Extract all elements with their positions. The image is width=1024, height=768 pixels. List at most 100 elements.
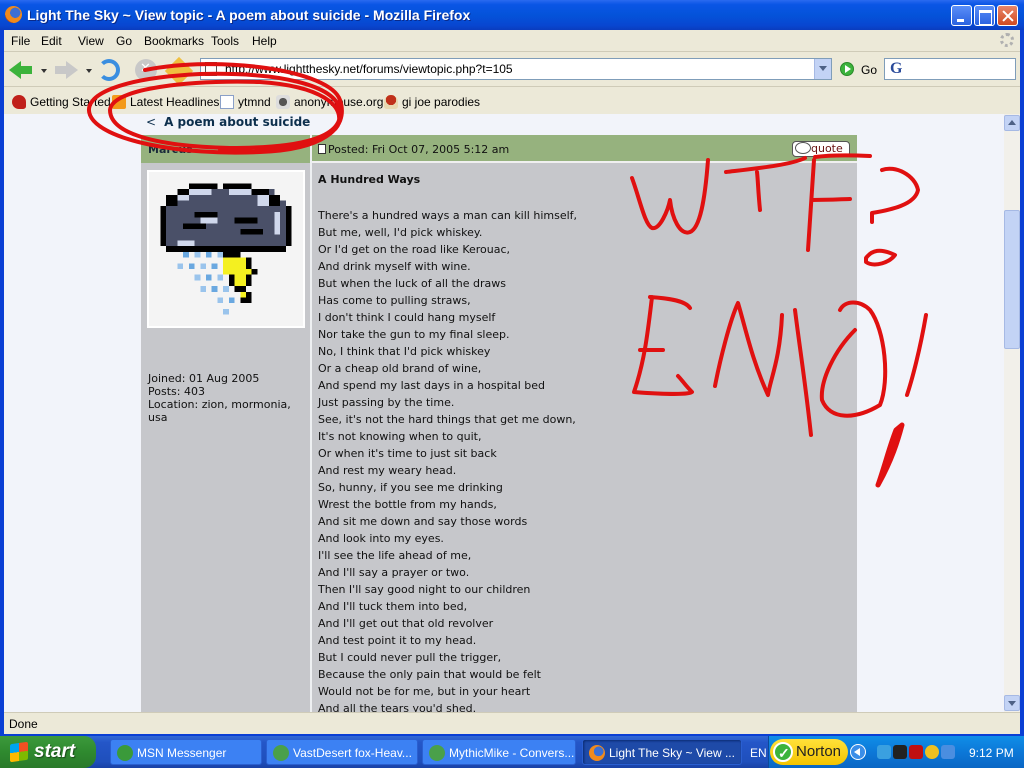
steam-icon[interactable]	[893, 745, 907, 759]
page-icon	[205, 62, 217, 76]
page-icon	[220, 95, 234, 109]
antivirus-icon[interactable]	[925, 745, 939, 759]
url-text[interactable]: http://www.lightthesky.net/forums/viewto…	[225, 62, 513, 76]
clock[interactable]: 9:12 PM	[969, 746, 1014, 760]
post-meta-header: Posted: Fri Oct 07, 2005 5:12 am quote	[312, 135, 857, 163]
menu-help[interactable]: Help	[252, 34, 277, 48]
back-history-dropdown-icon[interactable]	[41, 69, 47, 73]
poem-line: And drink myself with wine.	[318, 260, 471, 273]
close-button[interactable]	[997, 5, 1018, 26]
poem-line: Or when it's time to just sit back	[318, 447, 497, 460]
poem-line: And look into my eyes.	[318, 532, 444, 545]
zonealarm-icon[interactable]	[909, 745, 923, 759]
url-history-dropdown[interactable]	[814, 59, 831, 79]
title-bar: Light The Sky ~ View topic - A poem abou…	[0, 0, 1024, 30]
search-input[interactable]: G	[884, 58, 1016, 80]
bookmark-getting-started[interactable]: Getting Started	[12, 95, 111, 109]
poem-line: And I'll tuck them into bed,	[318, 600, 468, 613]
norton-tray-button[interactable]: Norton	[770, 739, 848, 766]
menu-bookmarks[interactable]: Bookmarks	[144, 34, 204, 48]
mushroom-icon	[384, 95, 398, 109]
taskbar-item-msn-messenger[interactable]: MSN Messenger	[110, 739, 262, 765]
scroll-up-arrow-icon[interactable]	[1004, 115, 1020, 131]
poem-line: But when the luck of all the draws	[318, 277, 506, 290]
poem-line: So, hunny, if you see me drinking	[318, 481, 503, 494]
bookmark-latest-headlines[interactable]: Latest Headlines	[112, 95, 219, 109]
msn-conversation-icon	[273, 745, 289, 761]
post-author[interactable]: Marcus	[148, 143, 193, 156]
poem-line: Then I'll say good night to our children	[318, 583, 531, 596]
back-arrow-icon[interactable]	[9, 59, 33, 81]
post-subject: A Hundred Ways	[318, 173, 421, 186]
poem-line: And spend my last days in a hospital bed	[318, 379, 545, 392]
forward-history-dropdown-icon[interactable]	[86, 69, 92, 73]
poem-line: Nor take the gun to my final sleep.	[318, 328, 510, 341]
msn-conversation-icon	[429, 745, 445, 761]
menu-edit[interactable]: Edit	[41, 34, 62, 48]
maximize-button[interactable]	[974, 5, 995, 26]
network-icon[interactable]	[877, 745, 891, 759]
poem-line: I don't think I could hang myself	[318, 311, 496, 324]
start-button[interactable]: start	[0, 736, 96, 768]
minimize-button[interactable]	[951, 5, 972, 26]
post-date: Posted: Fri Oct 07, 2005 5:12 am	[318, 143, 509, 156]
firefox-window: Light The Sky ~ View topic - A poem abou…	[0, 0, 1024, 736]
taskbar-item-vastdesert-fox[interactable]: VastDesert fox-Heav...	[266, 739, 418, 765]
poem-line: See, it's not the hard things that get m…	[318, 413, 576, 426]
status-text: Done	[9, 717, 38, 731]
poem-line: And sit me down and say those words	[318, 515, 528, 528]
menu-go[interactable]: Go	[116, 34, 132, 48]
topic-title-link[interactable]: < A poem about suicide	[146, 115, 310, 129]
post-count: Posts: 403	[148, 385, 205, 398]
reload-icon[interactable]	[98, 59, 120, 81]
poem-line: And I'll say a prayer or two.	[318, 566, 470, 579]
post-body: There's a hundred ways a man can kill hi…	[318, 207, 577, 712]
home-icon[interactable]	[164, 56, 194, 86]
quote-button[interactable]: quote	[792, 141, 850, 157]
poem-line: Because the only pain that would be felt	[318, 668, 541, 681]
menu-tools[interactable]: Tools	[211, 34, 239, 48]
poem-line: Has come to pulling straws,	[318, 294, 471, 307]
vertical-scrollbar[interactable]	[1004, 114, 1020, 712]
checkmark-icon	[773, 740, 793, 766]
menu-bar: File Edit View Go Bookmarks Tools Help	[4, 30, 1020, 52]
avatar	[147, 170, 305, 328]
taskbar-item-mythicmike[interactable]: MythicMike - Convers...	[422, 739, 576, 765]
firefox-start-icon	[12, 95, 26, 109]
poem-line: Wrest the bottle from my hands,	[318, 498, 497, 511]
google-search-engine-icon[interactable]: G	[890, 60, 902, 78]
menu-file[interactable]: File	[11, 34, 30, 48]
back-chevron-icon: <	[146, 115, 157, 129]
poem-line: But me, well, I'd pick whiskey.	[318, 226, 483, 239]
poem-line: Just passing by the time.	[318, 396, 455, 409]
bookmark-anonymouse[interactable]: anonymouse.org	[276, 95, 383, 109]
post-author-header: Marcus	[141, 135, 310, 163]
windows-logo-icon	[10, 741, 28, 763]
poem-line: I'll see the life ahead of me,	[318, 549, 472, 562]
taskbar-item-firefox[interactable]: Light The Sky ~ View ...	[582, 739, 742, 765]
poem-line: Or a cheap old brand of wine,	[318, 362, 482, 375]
poem-line: And I'll get out that old revolver	[318, 617, 494, 630]
scrollbar-thumb[interactable]	[1004, 210, 1020, 349]
language-indicator[interactable]: EN	[750, 746, 767, 760]
forward-arrow-icon[interactable]	[54, 59, 78, 81]
scroll-down-arrow-icon[interactable]	[1004, 695, 1020, 711]
browser-chrome: File Edit View Go Bookmarks Tools Help h…	[4, 30, 1020, 114]
location: Location: zion, mormonia, usa	[148, 398, 291, 424]
bookmark-ytmnd[interactable]: ytmnd	[220, 95, 271, 109]
user-icon[interactable]	[941, 745, 955, 759]
stop-icon[interactable]	[135, 59, 157, 81]
poem-line: And all the tears you'd shed.	[318, 702, 477, 712]
menu-view[interactable]: View	[78, 34, 104, 48]
show-hidden-icons-arrow[interactable]	[850, 744, 866, 760]
taskbar: start MSN Messenger VastDesert fox-Heav.…	[0, 736, 1024, 768]
bookmark-gi-joe-parodies[interactable]: gi joe parodies	[384, 95, 480, 109]
go-button[interactable]: Go	[861, 63, 877, 77]
address-bar[interactable]: http://www.lightthesky.net/forums/viewto…	[200, 58, 832, 80]
status-bar: Done	[4, 712, 1020, 734]
firefox-icon	[5, 6, 22, 23]
forum-post: Marcus Posted: Fri Oct 07, 2005 5:12 am …	[141, 135, 857, 712]
go-arrow-icon[interactable]	[840, 62, 854, 76]
post-column-divider	[310, 135, 312, 712]
firefox-icon	[589, 745, 605, 761]
